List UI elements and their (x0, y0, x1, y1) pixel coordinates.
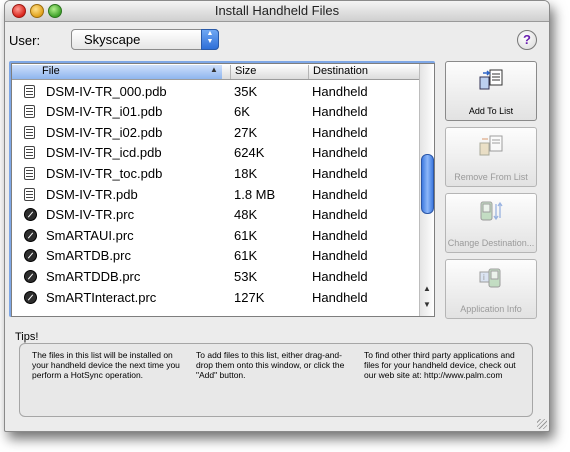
add-to-list-button[interactable]: Add To List (445, 61, 537, 121)
file-destination: Handheld (312, 268, 368, 284)
table-row[interactable]: DSM-IV-TR_i02.pdb 27K Handheld (12, 122, 420, 143)
user-popup[interactable]: Skyscape ▲ ▼ (71, 29, 219, 50)
database-file-icon (24, 146, 35, 160)
application-file-icon (24, 290, 37, 304)
application-info-icon: i (479, 268, 501, 288)
file-size: 53K (234, 268, 258, 284)
file-name: DSM-IV-TR.pdb (46, 186, 138, 202)
column-header-destination[interactable]: Destination (308, 65, 368, 79)
file-name: DSM-IV-TR_toc.pdb (46, 165, 163, 181)
tip-add-files: To add files to this list, either drag-a… (196, 350, 345, 380)
file-size: 48K (234, 207, 258, 223)
svg-text:i: i (483, 273, 485, 282)
file-size: 27K (234, 124, 258, 140)
file-destination: Handheld (312, 145, 368, 161)
application-info-label: Application Info (460, 304, 522, 314)
help-button[interactable]: ? (517, 30, 537, 50)
database-file-icon (24, 84, 35, 98)
add-to-list-icon (479, 69, 503, 90)
file-destination: Handheld (312, 83, 368, 99)
column-header-size[interactable]: Size (230, 65, 256, 79)
change-destination-label: Change Destination... (447, 238, 535, 248)
change-destination-icon (480, 201, 503, 221)
table-row[interactable]: SmARTDDB.prc 53K Handheld (12, 266, 420, 287)
file-size: 6K (234, 104, 250, 120)
column-header-file[interactable]: File (12, 65, 222, 79)
file-size: 1.8 MB (234, 186, 276, 202)
tips-title: Tips! (15, 331, 39, 343)
file-name: DSM-IV-TR_icd.pdb (46, 145, 162, 161)
tip-hotsync: The files in this list will be installed… (32, 350, 180, 380)
file-name: DSM-IV-TR.prc (46, 207, 135, 223)
resize-grip[interactable] (537, 419, 547, 429)
file-size: 61K (234, 248, 258, 264)
tips-box: The files in this list will be installed… (19, 343, 533, 417)
application-info-button[interactable]: i Application Info (445, 259, 537, 319)
file-name: SmARTInteract.prc (46, 289, 157, 305)
file-destination: Handheld (312, 248, 368, 264)
application-file-icon (24, 208, 37, 222)
table-row[interactable]: SmARTAUI.prc 61K Handheld (12, 225, 420, 246)
file-destination: Handheld (312, 289, 368, 305)
application-file-icon (24, 228, 37, 242)
file-size: 624K (234, 145, 265, 161)
table-row[interactable]: SmARTDB.prc 61K Handheld (12, 245, 420, 266)
scroll-up-arrow-icon[interactable]: ▲ (422, 284, 432, 293)
file-list: ArtWork.pdb2KHandheldDSM-IV-TR_000.pdb35… (12, 64, 420, 308)
title-bar[interactable]: Install Handheld Files (5, 1, 549, 22)
tip-website: To find other third party applications a… (364, 350, 516, 380)
file-name: DSM-IV-TR_i01.pdb (46, 104, 163, 120)
file-size: 61K (234, 227, 258, 243)
database-file-icon (24, 187, 35, 201)
table-row[interactable]: DSM-IV-TR.prc 48K Handheld (12, 204, 420, 225)
remove-from-list-icon (479, 135, 503, 156)
file-size: 18K (234, 165, 258, 181)
application-file-icon (24, 269, 37, 283)
table-row[interactable]: DSM-IV-TR_000.pdb 35K Handheld (12, 81, 420, 102)
user-label: User: (9, 33, 41, 48)
sort-ascending-icon: ▲ (210, 65, 218, 74)
table-row[interactable]: DSM-IV-TR.pdb 1.8 MB Handheld (12, 184, 420, 205)
scroll-down-arrow-icon[interactable]: ▼ (422, 300, 432, 309)
file-destination: Handheld (312, 124, 368, 140)
file-name: DSM-IV-TR_i02.pdb (46, 124, 163, 140)
file-name: DSM-IV-TR_000.pdb (46, 83, 167, 99)
file-name: SmARTDDB.prc (46, 268, 141, 284)
file-table[interactable]: ArtWork.pdb2KHandheldDSM-IV-TR_000.pdb35… (11, 63, 435, 317)
file-name: SmARTAUI.prc (46, 227, 134, 243)
file-size: 35K (234, 83, 258, 99)
add-to-list-label: Add To List (468, 106, 514, 116)
table-row[interactable]: SmARTInteract.prc 127K Handheld (12, 287, 420, 308)
remove-from-list-button[interactable]: Remove From List (445, 127, 537, 187)
popup-arrows-icon: ▲ ▼ (201, 29, 219, 50)
scrollbar-thumb[interactable] (421, 154, 434, 214)
file-destination: Handheld (312, 227, 368, 243)
file-destination: Handheld (312, 207, 368, 223)
file-destination: Handheld (312, 186, 368, 202)
database-file-icon (24, 125, 35, 139)
vertical-scrollbar[interactable]: ▲ ▼ (419, 64, 434, 316)
window-title: Install Handheld Files (214, 3, 340, 18)
change-destination-button[interactable]: Change Destination... (445, 193, 537, 253)
table-row[interactable]: DSM-IV-TR_i01.pdb 6K Handheld (12, 101, 420, 122)
database-file-icon (24, 105, 35, 119)
install-handheld-files-window: Install Handheld Files User: Skyscape ▲ ▼… (4, 0, 550, 432)
file-destination: Handheld (312, 104, 368, 120)
file-destination: Handheld (312, 165, 368, 181)
file-name: SmARTDB.prc (46, 248, 131, 264)
table-header: File ▲ Size Destination (12, 64, 420, 80)
table-row[interactable]: DSM-IV-TR_toc.pdb 18K Handheld (12, 163, 420, 184)
remove-from-list-label: Remove From List (454, 172, 528, 182)
user-popup-value: Skyscape (84, 32, 141, 47)
file-size: 127K (234, 289, 265, 305)
table-row[interactable]: DSM-IV-TR_icd.pdb 624K Handheld (12, 142, 420, 163)
application-file-icon (24, 249, 37, 263)
database-file-icon (24, 166, 35, 180)
